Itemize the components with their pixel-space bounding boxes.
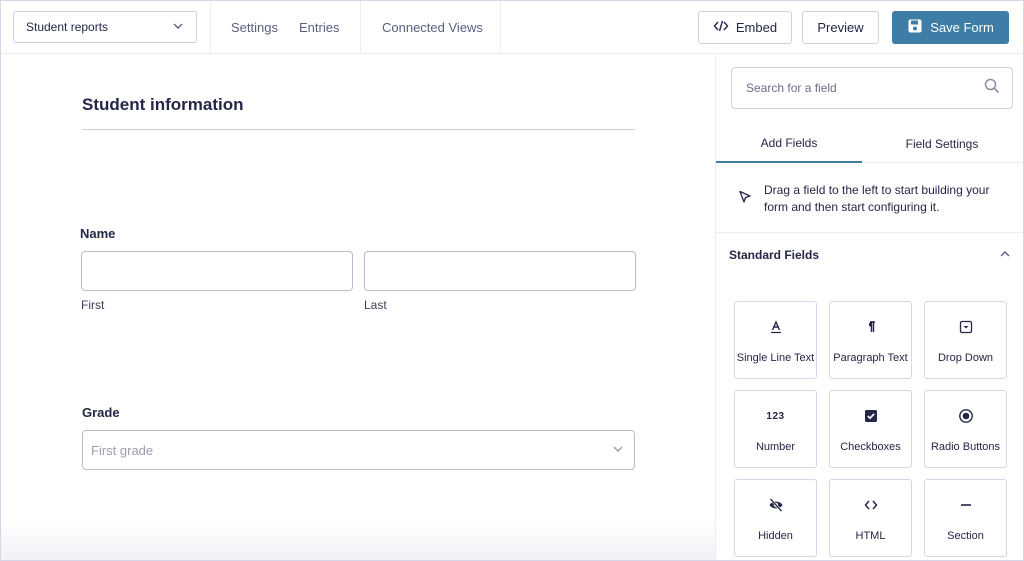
- field-tile-paragraph-text[interactable]: Paragraph Text: [829, 301, 912, 379]
- grade-select[interactable]: First grade: [82, 430, 635, 470]
- standard-fields-header[interactable]: Standard Fields: [716, 233, 1023, 277]
- field-search: [731, 67, 1013, 109]
- single-line-text-icon: [735, 318, 816, 336]
- field-tile-label: Radio Buttons: [930, 441, 1001, 453]
- chevron-down-icon: [172, 20, 184, 35]
- first-name-sublabel: First: [81, 298, 105, 312]
- field-tile-label: Single Line Text: [736, 352, 815, 364]
- field-search-input[interactable]: [746, 81, 966, 95]
- grade-select-value: First grade: [91, 442, 154, 458]
- field-tile-number[interactable]: 123 Number: [734, 390, 817, 468]
- code-icon: [830, 496, 911, 514]
- cursor-arrow-icon: [739, 190, 751, 203]
- drag-hint: Drag a field to the left to start buildi…: [716, 163, 1023, 233]
- field-tile-radio-buttons[interactable]: Radio Buttons: [924, 390, 1007, 468]
- standard-fields-title: Standard Fields: [729, 248, 820, 262]
- form-switcher-select[interactable]: Student reports: [13, 11, 197, 43]
- section-icon: [925, 496, 1006, 514]
- embed-button[interactable]: Embed: [698, 11, 792, 44]
- field-tile-hidden[interactable]: Hidden: [734, 479, 817, 557]
- grade-field-label: Grade: [82, 405, 120, 420]
- tab-field-settings[interactable]: Field Settings: [869, 125, 1015, 163]
- field-tile-label: Section: [947, 530, 984, 542]
- top-toolbar: Student reports Settings Entries Connect…: [1, 1, 1023, 54]
- field-tile-label: Paragraph Text: [833, 352, 908, 364]
- field-tile-label: Hidden: [758, 530, 793, 542]
- form-switcher-label: Student reports: [26, 20, 109, 34]
- form-section-title: Student information: [82, 95, 244, 114]
- field-tile-drop-down[interactable]: Drop Down: [924, 301, 1007, 379]
- nav-connected-views-link[interactable]: Connected Views: [382, 20, 483, 35]
- chevron-down-icon: [612, 443, 624, 458]
- first-name-input[interactable]: [81, 251, 353, 291]
- field-tile-single-line-text[interactable]: Single Line Text: [734, 301, 817, 379]
- field-tile-label: HTML: [855, 530, 886, 542]
- last-name-sublabel: Last: [364, 298, 387, 312]
- chevron-up-icon: [999, 248, 1011, 263]
- field-tile-label: Number: [755, 441, 796, 453]
- name-field-label: Name: [80, 226, 116, 241]
- preview-button[interactable]: Preview: [802, 11, 879, 44]
- code-icon: [713, 18, 729, 37]
- field-tile-label: Drop Down: [937, 352, 994, 364]
- search-icon[interactable]: [984, 78, 1000, 99]
- last-name-input[interactable]: [364, 251, 636, 291]
- number-icon-glyph: 123: [766, 410, 785, 422]
- preview-button-label: Preview: [817, 20, 864, 35]
- form-canvas: Student information Name First Last Grad…: [1, 55, 715, 560]
- checkbox-icon: [830, 407, 911, 425]
- radio-icon: [925, 407, 1006, 425]
- field-sidebar: Add Fields Field Settings Drag a field t…: [715, 55, 1023, 560]
- number-icon: 123: [735, 407, 816, 425]
- nav-entries-link[interactable]: Entries: [299, 20, 339, 35]
- toolbar-divider: [210, 1, 211, 54]
- save-disk-icon: [907, 18, 923, 37]
- field-tile-html[interactable]: HTML: [829, 479, 912, 557]
- form-editor-window: Student reports Settings Entries Connect…: [0, 0, 1024, 561]
- field-tile-section[interactable]: Section: [924, 479, 1007, 557]
- sidebar-tabs: Add Fields Field Settings: [716, 125, 1023, 163]
- paragraph-icon: [830, 318, 911, 336]
- field-tile-checkboxes[interactable]: Checkboxes: [829, 390, 912, 468]
- toolbar-divider: [500, 1, 501, 54]
- tab-add-fields[interactable]: Add Fields: [716, 125, 862, 163]
- field-tile-label: Checkboxes: [840, 441, 901, 453]
- drag-hint-text: Drag a field to the left to start buildi…: [764, 183, 990, 214]
- nav-settings-link[interactable]: Settings: [231, 20, 278, 35]
- save-form-button[interactable]: Save Form: [892, 11, 1009, 44]
- save-form-button-label: Save Form: [930, 20, 994, 35]
- canvas-bottom-fade: [1, 522, 715, 560]
- embed-button-label: Embed: [735, 20, 778, 35]
- toolbar-divider: [360, 1, 361, 54]
- eye-off-icon: [735, 496, 816, 514]
- dropdown-icon: [925, 318, 1006, 336]
- title-divider: [82, 129, 635, 130]
